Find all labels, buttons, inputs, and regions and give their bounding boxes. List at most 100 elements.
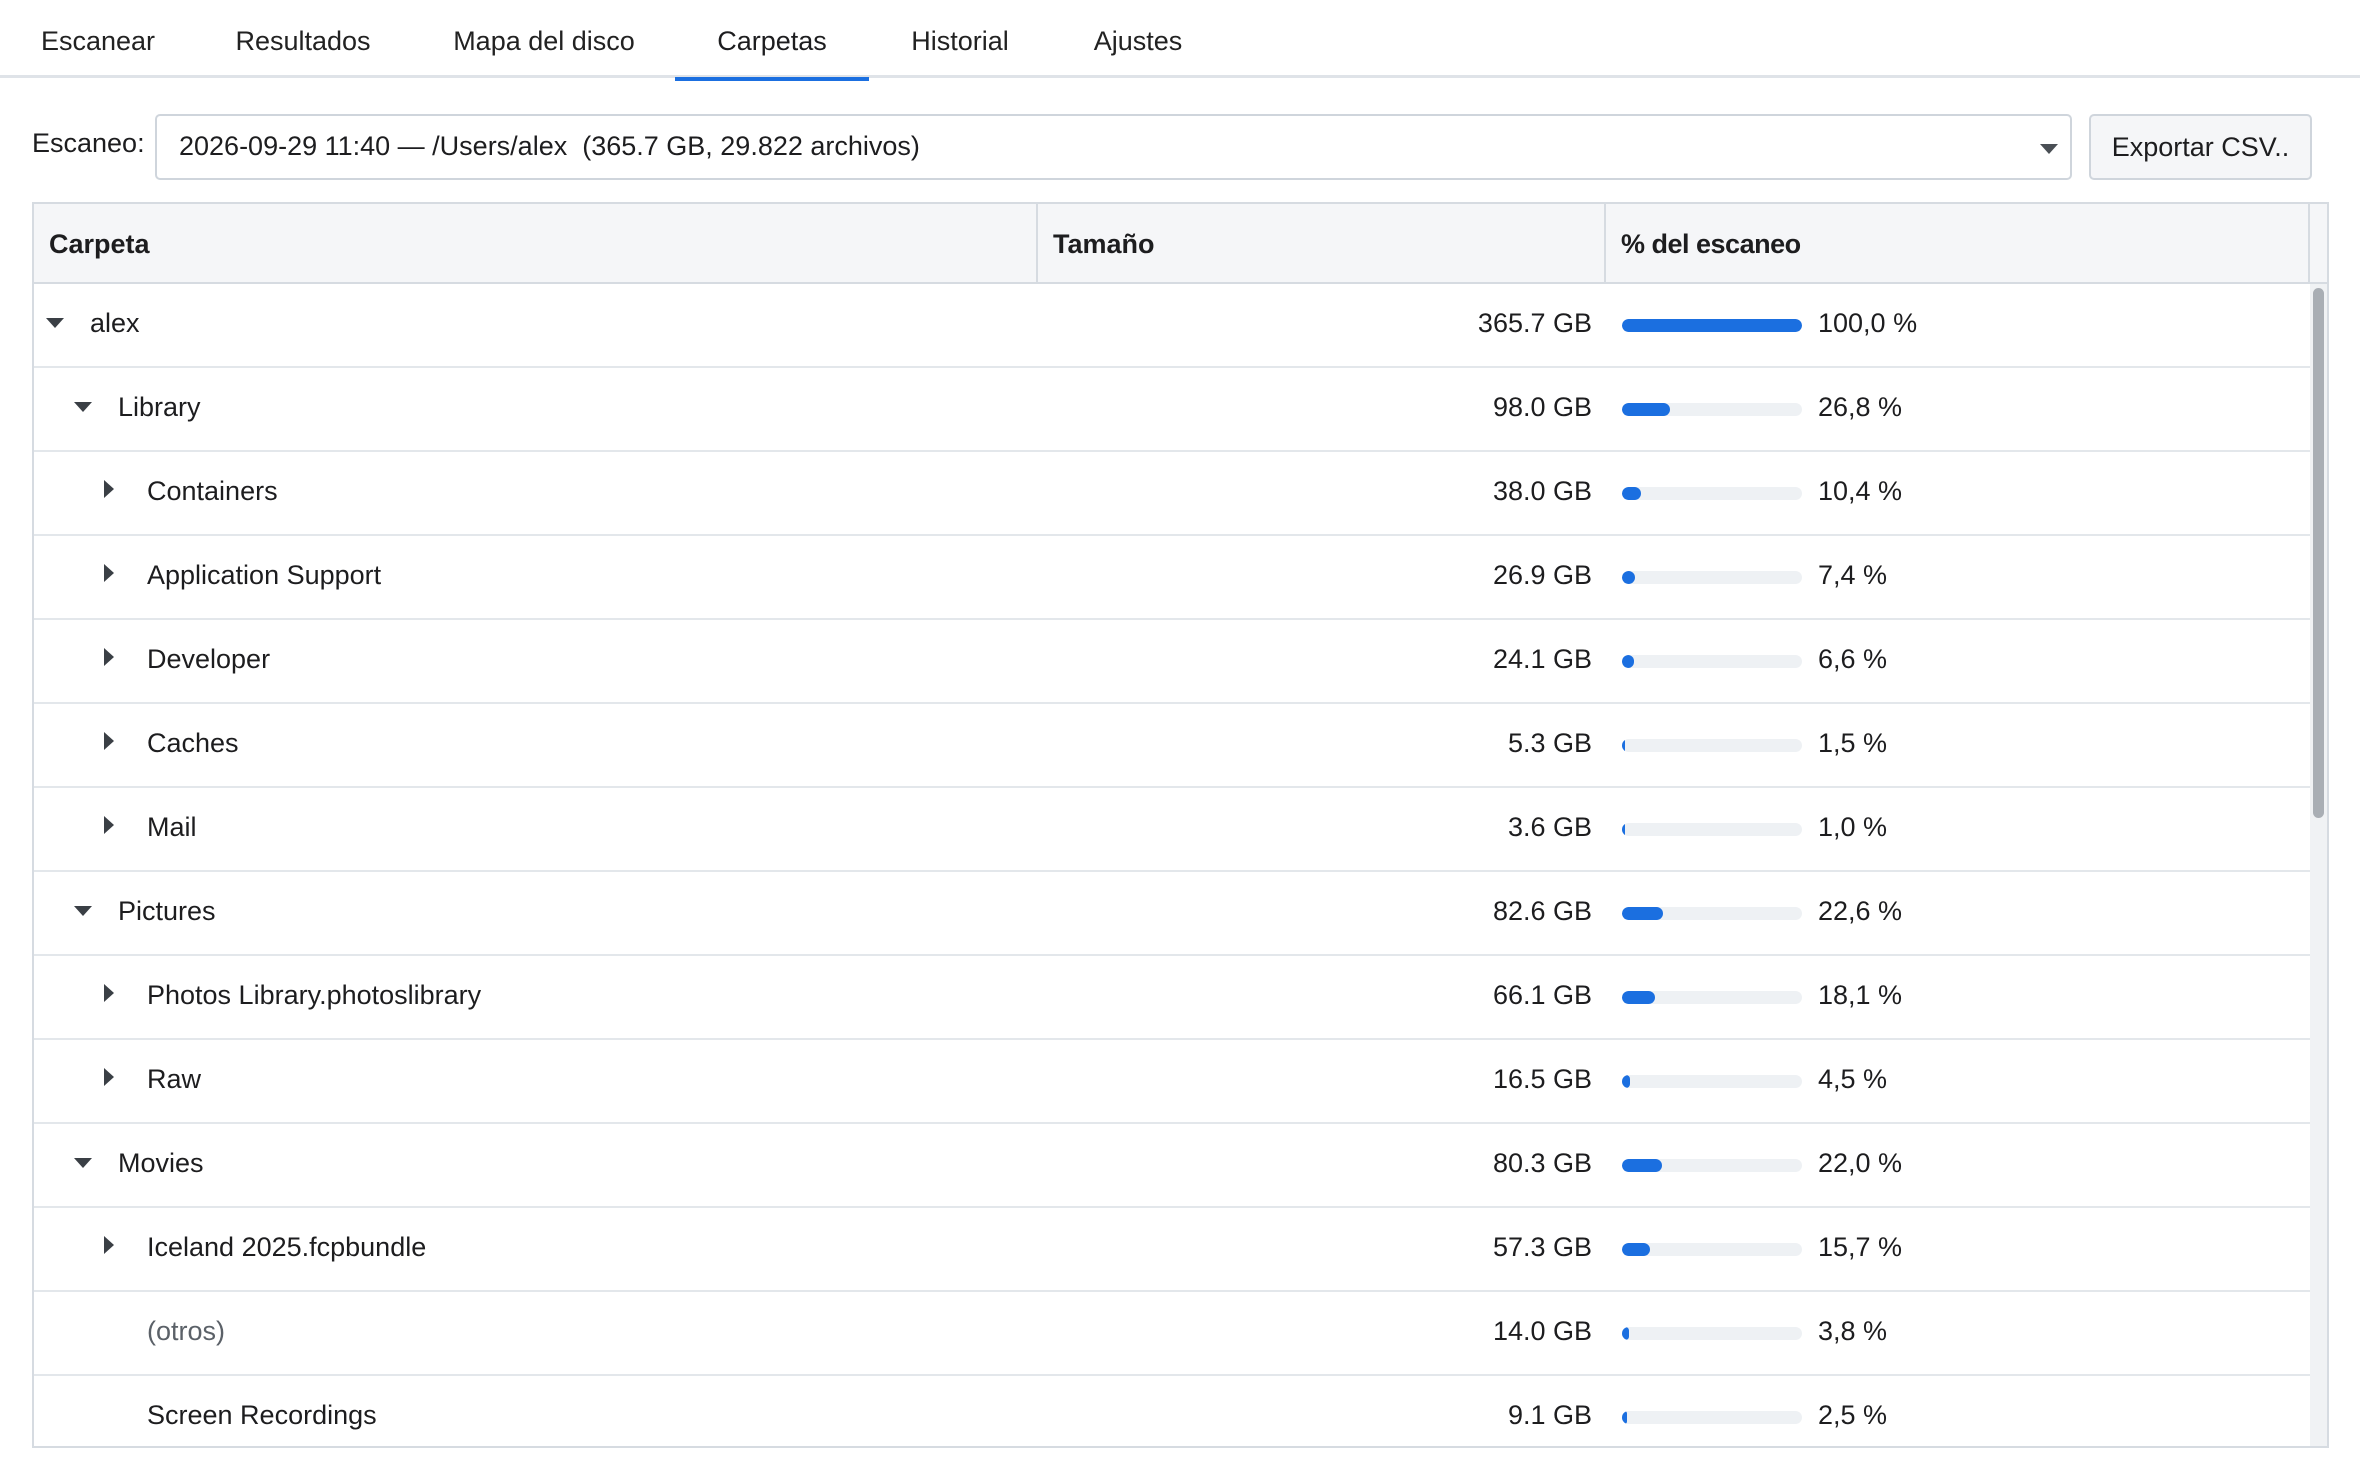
disclosure-open-icon[interactable] (74, 1158, 92, 1168)
folder-size: 24.1 GB (1492, 644, 1592, 674)
column-header-size[interactable]: Tamaño (1038, 204, 1606, 282)
table-row[interactable]: Screen Recordings 9.1 GB 2,5 % (34, 1376, 2310, 1446)
percent-bar (1622, 487, 1802, 500)
scan-select[interactable]: 2026-09-29 11:40 — /Users/alex (365.7 GB… (155, 114, 2072, 180)
disclosure-closed-icon[interactable] (104, 1236, 114, 1254)
tab-escanear[interactable]: Escanear (20, 0, 176, 78)
disclosure-closed-icon[interactable] (104, 984, 114, 1002)
table-row[interactable]: Developer 24.1 GB 6,6 % (34, 620, 2310, 704)
tab-mapa-del-disco[interactable]: Mapa del disco (436, 0, 652, 78)
percent-bar (1622, 571, 1802, 584)
table-row[interactable]: Iceland 2025.fcpbundle 57.3 GB 15,7 % (34, 1208, 2310, 1292)
percent-bar-fill (1622, 319, 1802, 332)
tab-label: Historial (911, 26, 1009, 56)
folder-name: Pictures (118, 896, 216, 926)
table-row[interactable]: Movies 80.3 GB 22,0 % (34, 1124, 2310, 1208)
percent-value: 7,4 % (1818, 560, 1888, 590)
disclosure-closed-icon[interactable] (104, 1068, 114, 1086)
tab-label: Escanear (40, 26, 156, 56)
percent-bar (1622, 991, 1802, 1004)
percent-value: 1,5 % (1818, 728, 1888, 758)
disclosure-closed-icon[interactable] (104, 480, 114, 498)
percent-value: 1,0 % (1818, 812, 1888, 842)
folder-name: Photos Library.photoslibrary (147, 980, 482, 1010)
table-row[interactable]: Application Support 26.9 GB 7,4 % (34, 536, 2310, 620)
scrollbar-thumb[interactable] (2313, 288, 2324, 818)
scan-label: Escaneo: (32, 128, 145, 158)
active-tab-indicator (675, 77, 869, 81)
folder-size: 16.5 GB (1492, 1064, 1592, 1094)
percent-bar (1622, 319, 1802, 332)
percent-bar-fill (1622, 1243, 1650, 1256)
tab-carpetas[interactable]: Carpetas (675, 0, 869, 81)
vertical-scrollbar[interactable] (2310, 284, 2327, 1446)
percent-value: 26,8 % (1818, 392, 1903, 422)
folder-table: Carpeta Tamaño % del escaneo alex 365.7 G… (32, 202, 2329, 1448)
folder-name: Screen Recordings (147, 1400, 377, 1430)
table-row[interactable]: Pictures 82.6 GB 22,6 % (34, 872, 2310, 956)
percent-bar-fill (1622, 1327, 1629, 1340)
folder-size: 66.1 GB (1492, 980, 1592, 1010)
tab-label: Resultados (235, 26, 371, 56)
disclosure-closed-icon[interactable] (104, 732, 114, 750)
folder-name: alex (90, 308, 140, 338)
column-header-percent[interactable]: % del escaneo (1606, 204, 2310, 282)
percent-bar (1622, 823, 1802, 836)
tab-label: Carpetas (717, 26, 827, 56)
percent-bar (1622, 907, 1802, 920)
table-row[interactable]: Raw 16.5 GB 4,5 % (34, 1040, 2310, 1124)
folder-size: 5.3 GB (1507, 728, 1592, 758)
tab-resultados[interactable]: Resultados (220, 0, 386, 78)
folder-size: 3.6 GB (1507, 812, 1592, 842)
percent-bar-fill (1622, 823, 1625, 836)
folder-name: Iceland 2025.fcpbundle (147, 1232, 427, 1262)
percent-value: 10,4 % (1818, 476, 1903, 506)
percent-bar-fill (1622, 739, 1625, 752)
percent-bar-fill (1622, 1159, 1662, 1172)
percent-value: 15,7 % (1818, 1232, 1903, 1262)
folder-name: Developer (147, 644, 271, 674)
disclosure-open-icon[interactable] (74, 402, 92, 412)
folder-size: 26.9 GB (1492, 560, 1592, 590)
disclosure-closed-icon[interactable] (104, 816, 114, 834)
table-row[interactable]: Mail 3.6 GB 1,0 % (34, 788, 2310, 872)
percent-bar-fill (1622, 571, 1635, 584)
folder-name: Caches (147, 728, 239, 758)
percent-bar-fill (1622, 487, 1641, 500)
tab-ajustes[interactable]: Ajustes (1080, 0, 1196, 78)
table-row[interactable]: Library 98.0 GB 26,8 % (34, 368, 2310, 452)
percent-bar-fill (1622, 1075, 1630, 1088)
folder-size: 98.0 GB (1492, 392, 1592, 422)
percent-bar (1622, 1243, 1802, 1256)
column-header-folder[interactable]: Carpeta (34, 204, 1038, 282)
table-row[interactable]: Containers 38.0 GB 10,4 % (34, 452, 2310, 536)
disclosure-open-icon[interactable] (46, 318, 64, 328)
tab-label: Mapa del disco (453, 26, 635, 56)
percent-bar (1622, 1411, 1802, 1424)
table-row[interactable]: Caches 5.3 GB 1,5 % (34, 704, 2310, 788)
percent-value: 3,8 % (1818, 1316, 1888, 1346)
scan-select-value: 2026-09-29 11:40 — /Users/alex (365.7 GB… (179, 131, 920, 161)
tab-label: Ajustes (1093, 26, 1183, 56)
disclosure-closed-icon[interactable] (104, 648, 114, 666)
table-row[interactable]: Photos Library.photoslibrary 66.1 GB 18,1 … (34, 956, 2310, 1040)
disclosure-closed-icon[interactable] (104, 564, 114, 582)
chevron-down-icon (2040, 144, 2058, 154)
folder-name: Containers (147, 476, 278, 506)
table-row[interactable]: alex 365.7 GB 100,0 % (34, 284, 2310, 368)
percent-value: 4,5 % (1818, 1064, 1888, 1094)
folder-name: Movies (118, 1148, 204, 1178)
folder-size: 80.3 GB (1492, 1148, 1592, 1178)
percent-value: 22,6 % (1818, 896, 1903, 926)
percent-bar-fill (1622, 1411, 1627, 1424)
percent-bar (1622, 1159, 1802, 1172)
folder-size: 365.7 GB (1477, 308, 1592, 338)
export-csv-button[interactable]: Exportar CSV.. (2089, 114, 2312, 180)
table-row[interactable]: (otros) 14.0 GB 3,8 % (34, 1292, 2310, 1376)
table-header: Carpeta Tamaño % del escaneo (34, 204, 2327, 284)
percent-bar-fill (1622, 655, 1634, 668)
percent-value: 18,1 % (1818, 980, 1903, 1010)
table-body: alex 365.7 GB 100,0 % Library 98.0 GB 26,8 % C… (34, 284, 2310, 1446)
tab-historial[interactable]: Historial (897, 0, 1023, 78)
disclosure-open-icon[interactable] (74, 906, 92, 916)
